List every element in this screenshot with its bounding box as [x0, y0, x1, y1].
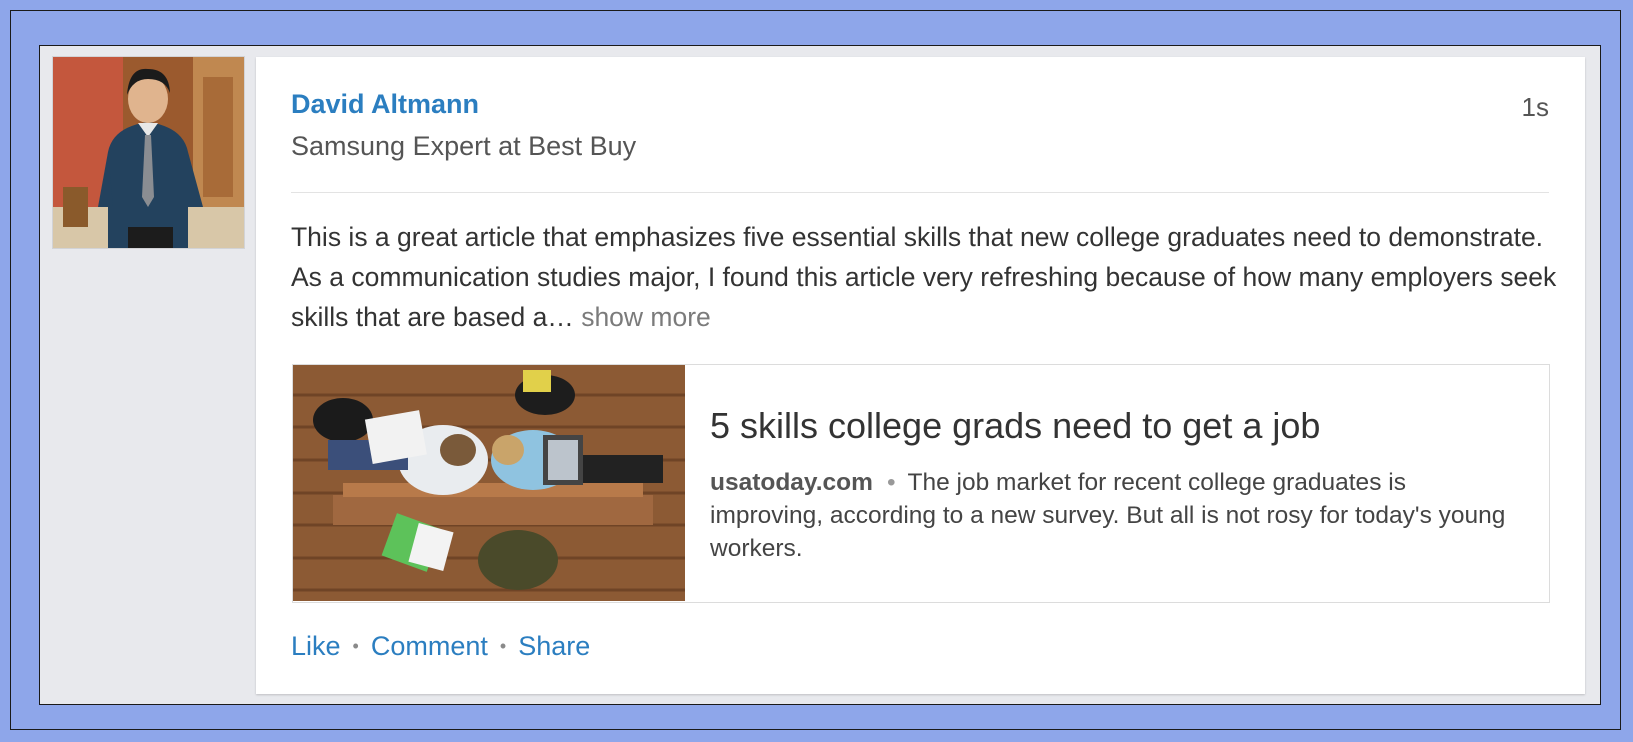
link-preview-domain: usatoday.com — [710, 469, 873, 496]
author-headline: Samsung Expert at Best Buy — [291, 131, 637, 161]
post-body-text: This is a great article that emphasizes … — [291, 222, 1557, 332]
link-preview-title[interactable]: 5 skills college grads need to get a job — [710, 405, 1320, 447]
link-preview-description-block: usatoday.com • The job market for recent c… — [710, 466, 1520, 565]
show-more-link[interactable]: show more — [581, 302, 711, 332]
post-actions: Like • Comment • Share — [291, 631, 590, 662]
divider — [291, 192, 1549, 193]
profile-photo — [53, 57, 244, 248]
separator-dot: • — [352, 636, 359, 656]
post-timestamp: 1s — [1521, 92, 1549, 122]
link-preview-thumbnail[interactable] — [293, 365, 685, 601]
like-button[interactable]: Like — [291, 631, 341, 661]
article-image — [293, 365, 685, 601]
separator-dot: • — [886, 469, 896, 496]
separator-dot: • — [499, 636, 507, 656]
post-card: David Altmann Samsung Expert at Best Buy… — [256, 57, 1585, 694]
comment-button[interactable]: Comment — [371, 631, 488, 661]
link-preview[interactable]: 5 skills college grads need to get a job… — [292, 364, 1550, 603]
post-body: This is a great article that emphasizes … — [291, 217, 1561, 337]
share-button[interactable]: Share — [518, 631, 590, 661]
author-avatar[interactable] — [53, 57, 244, 248]
author-name[interactable]: David Altmann — [291, 89, 479, 120]
